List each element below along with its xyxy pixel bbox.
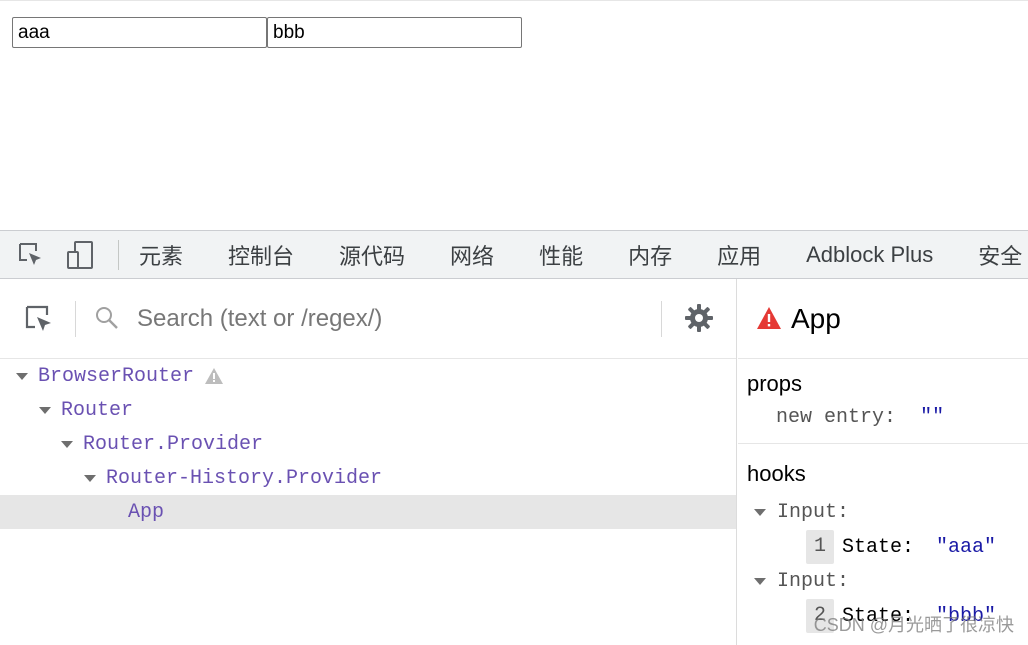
component-inspector-pane: App props new entry: "" hooks Input: 1 S… [738,279,1028,645]
tab-security[interactable]: 安全 [978,239,1022,271]
inspector-header: App [738,279,1028,359]
page-content [0,0,1028,230]
component-name: App [128,500,165,524]
tab-application[interactable]: 应用 [717,239,761,271]
tree-item-router-history-provider[interactable]: Router-History.Provider [0,461,736,495]
component-search-input[interactable] [137,301,637,337]
tab-performance[interactable]: 性能 [539,239,583,271]
expand-caret-icon[interactable] [61,440,73,448]
hook-row[interactable]: Input: [754,570,849,593]
tree-item-router-provider[interactable]: Router.Provider [0,427,736,461]
hooks-section-title: hooks [747,461,806,486]
component-tree-pane: BrowserRouter Router Router.Provider Rou… [0,279,737,645]
search-divider-right [661,301,662,337]
component-name: Router.Provider [83,432,264,456]
text-input-aaa[interactable] [12,17,267,48]
section-divider [738,443,1028,444]
tab-sources[interactable]: 源代码 [339,239,405,271]
tree-item-router[interactable]: Router [0,393,736,427]
expand-caret-icon[interactable] [39,406,51,414]
state-key: State: [842,535,915,559]
component-name: Router [61,398,134,422]
tab-elements[interactable]: 元素 [139,239,183,271]
tab-memory[interactable]: 内存 [628,239,672,271]
tree-item-app[interactable]: App [0,495,736,529]
expand-caret-icon[interactable] [754,578,766,585]
inspect-element-icon[interactable] [16,240,46,270]
prop-key: new entry [776,406,885,429]
search-icon [94,305,120,331]
hook-index: 1 [806,530,834,564]
hook-state-row[interactable]: 1 State: "aaa" [806,530,996,564]
component-name: BrowserRouter [38,364,195,388]
text-input-bbb[interactable] [267,17,522,48]
warning-icon [204,367,224,385]
tab-adblock-plus[interactable]: Adblock Plus [806,242,933,268]
tab-console[interactable]: 控制台 [228,239,294,271]
inspected-component-title: App [791,303,841,334]
state-value[interactable]: "aaa" [936,536,996,559]
component-name: Router-History.Provider [106,466,383,490]
devtools-tab-bar: 元素 控制台 源代码 网络 性能 内存 应用 Adblock Plus 安全 [0,230,1028,279]
watermark: CSDN @月光晒了很凉快 [813,615,1014,635]
prop-row[interactable]: new entry: "" [776,406,944,429]
expand-caret-icon[interactable] [84,474,96,482]
select-component-icon[interactable] [24,304,54,334]
component-search-bar [0,279,736,359]
device-toolbar-icon[interactable] [66,240,96,270]
tree-item-browserrouter[interactable]: BrowserRouter [0,359,736,393]
search-divider-left [75,301,76,337]
hook-row[interactable]: Input: [754,501,849,524]
prop-value[interactable]: "" [920,406,944,429]
tab-network[interactable]: 网络 [450,239,494,271]
component-tree: BrowserRouter Router Router.Provider Rou… [0,359,736,529]
gear-icon[interactable] [684,303,714,333]
props-section-title: props [747,371,803,396]
expand-caret-icon[interactable] [754,509,766,516]
hook-name: Input: [777,570,850,593]
hook-name: Input: [777,501,850,524]
toolbar-divider [118,239,119,270]
expand-caret-icon[interactable] [16,372,28,380]
prop-colon: : [884,406,897,429]
warning-icon [756,306,782,330]
